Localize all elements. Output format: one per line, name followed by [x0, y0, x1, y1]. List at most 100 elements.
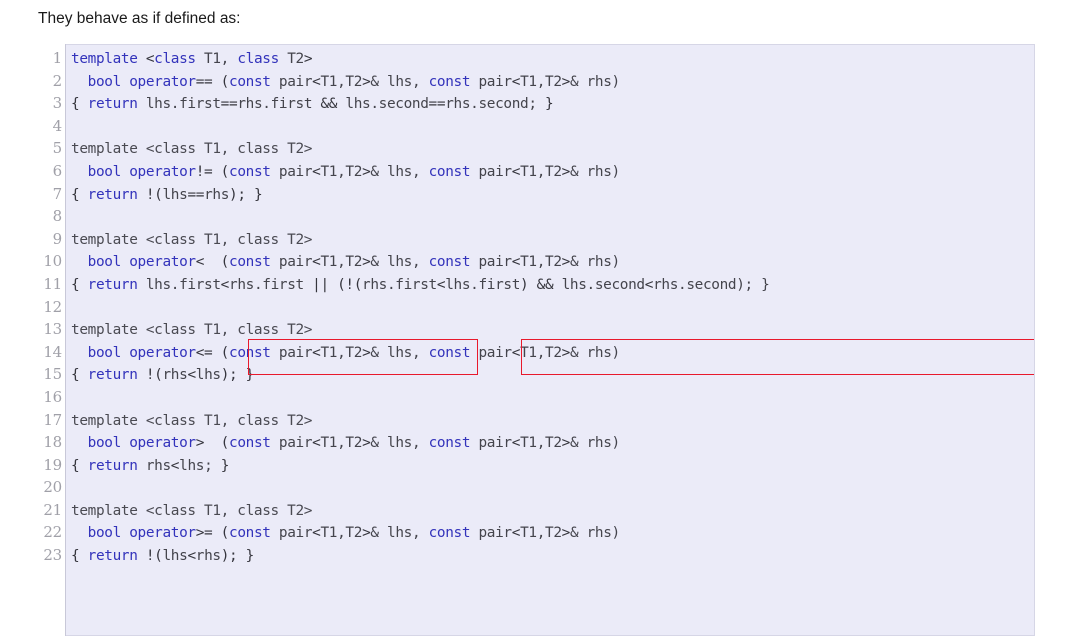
code-token: pair — [270, 254, 313, 271]
line-number: 22 — [43, 523, 62, 542]
line-number: 21 — [43, 500, 62, 519]
code-token: T1,T2 — [520, 344, 562, 361]
code-token: lhs — [195, 367, 221, 384]
code-token: lhs.first — [445, 276, 521, 293]
code-token: bool operator — [87, 73, 196, 90]
code-token: < — [187, 367, 196, 384]
code-token: > — [561, 163, 571, 180]
code-line: { return rhs<lhs; } — [66, 455, 769, 478]
code-token: const — [428, 163, 471, 180]
code-line: bool operator<= (const pair<T1,T2>& lhs,… — [66, 342, 769, 365]
code-token: < — [511, 163, 521, 180]
code-token: pair — [470, 163, 512, 180]
code-block[interactable]: template <class T1, class T2> bool opera… — [66, 44, 1035, 636]
code-token: const — [428, 435, 471, 452]
code-token: & rhs) — [569, 254, 620, 271]
code-token: T1,T2 — [320, 344, 363, 361]
code-line: template <class T1, class T2> — [71, 322, 313, 339]
code-token: const — [229, 163, 271, 180]
code-token: return — [87, 276, 138, 293]
code-token: lhs.first — [137, 96, 221, 113]
line-number: 8 — [52, 207, 63, 226]
code-token: < — [220, 276, 230, 293]
code-token: T1,T2 — [520, 254, 562, 271]
code-token: lhs; — [179, 457, 221, 474]
line-number: 14 — [43, 342, 62, 361]
line-number: 7 — [52, 184, 63, 203]
code-token: rhs.first — [229, 276, 313, 293]
code-token: const — [229, 525, 271, 542]
code-token: bool operator — [87, 254, 196, 271]
code-token: & lhs, — [370, 73, 429, 90]
code-token: { — [71, 548, 88, 565]
code-line: template <class T1, class T2> — [71, 231, 313, 248]
code-line: template <class T1, class T2> — [66, 48, 769, 71]
code-line: template <class T1, class T2> — [71, 141, 313, 158]
code-token: && — [320, 96, 338, 113]
code-token: ); } — [220, 367, 255, 384]
code-token: !( — [137, 548, 163, 565]
code-token: || (!( — [312, 276, 363, 293]
code-token: > — [561, 254, 571, 271]
code-line: { return !(lhs<rhs); } — [66, 545, 769, 568]
line-number: 9 — [52, 229, 63, 248]
line-number: 6 — [52, 161, 63, 180]
code-line: { return !(lhs==rhs); } — [66, 184, 769, 207]
code-line: bool operator!= (const pair<T1,T2>& lhs,… — [66, 161, 769, 184]
line-number: 5 — [52, 139, 63, 158]
code-token: & lhs, — [370, 435, 429, 452]
code-token: < — [170, 457, 180, 474]
code-token: > — [561, 73, 571, 90]
code-token: rhs.second); } — [653, 276, 770, 293]
code-line: { return lhs.first==rhs.first && lhs.sec… — [66, 93, 769, 116]
code-token: rhs — [137, 457, 171, 474]
code-token: T1,T2 — [320, 163, 363, 180]
code-token: rhs.second; — [445, 96, 545, 113]
code-token: < — [145, 51, 155, 67]
code-token: == ( — [195, 73, 230, 90]
code-token: >= ( — [195, 525, 230, 542]
code-token: lhs.second — [337, 96, 429, 113]
code-token: const — [428, 525, 471, 542]
code-token: & lhs, — [370, 525, 429, 542]
code-token: pair — [270, 435, 313, 452]
code-line: bool operator> (const pair<T1,T2>& lhs, … — [66, 432, 769, 455]
code-token: bool operator — [87, 163, 196, 180]
code-token: return — [87, 548, 138, 565]
code-token: T1, — [195, 51, 238, 67]
code-line-list: template <class T1, class T2> bool opera… — [66, 45, 770, 568]
code-token: pair — [270, 525, 313, 542]
code-token: bool operator — [87, 435, 196, 452]
code-token: T1,T2 — [520, 435, 562, 452]
line-number: 12 — [43, 297, 62, 316]
code-token: lhs — [162, 548, 188, 565]
code-token: T1,T2 — [320, 254, 363, 271]
code-token: < — [187, 548, 196, 565]
code-token: { — [71, 186, 88, 203]
code-token: < — [511, 254, 521, 271]
line-number-list: 1 2 3 4 5 6 7 8 9 10 11 12 13 14 15 16 17 18 19 20 21 22 23 — [36, 44, 66, 567]
code-token: rhs — [195, 548, 221, 565]
code-token: ) && — [520, 276, 562, 293]
code-token: pair — [270, 163, 313, 180]
code-token: & rhs) — [569, 344, 620, 361]
code-token: } — [220, 457, 230, 474]
code-token: > — [303, 51, 313, 67]
code-token: !( — [137, 367, 163, 384]
code-token: & rhs) — [569, 435, 620, 452]
code-line: bool operator< (const pair<T1,T2>& lhs, … — [66, 251, 769, 274]
code-token: T1,T2 — [520, 525, 562, 542]
code-token: return — [87, 96, 138, 113]
code-token: pair — [270, 344, 313, 361]
code-token: T1,T2 — [320, 525, 363, 542]
code-token: pair — [470, 525, 512, 542]
code-token: < — [511, 525, 521, 542]
code-token: bool operator — [87, 344, 196, 361]
line-number: 2 — [52, 71, 63, 90]
code-token: < — [511, 73, 521, 90]
